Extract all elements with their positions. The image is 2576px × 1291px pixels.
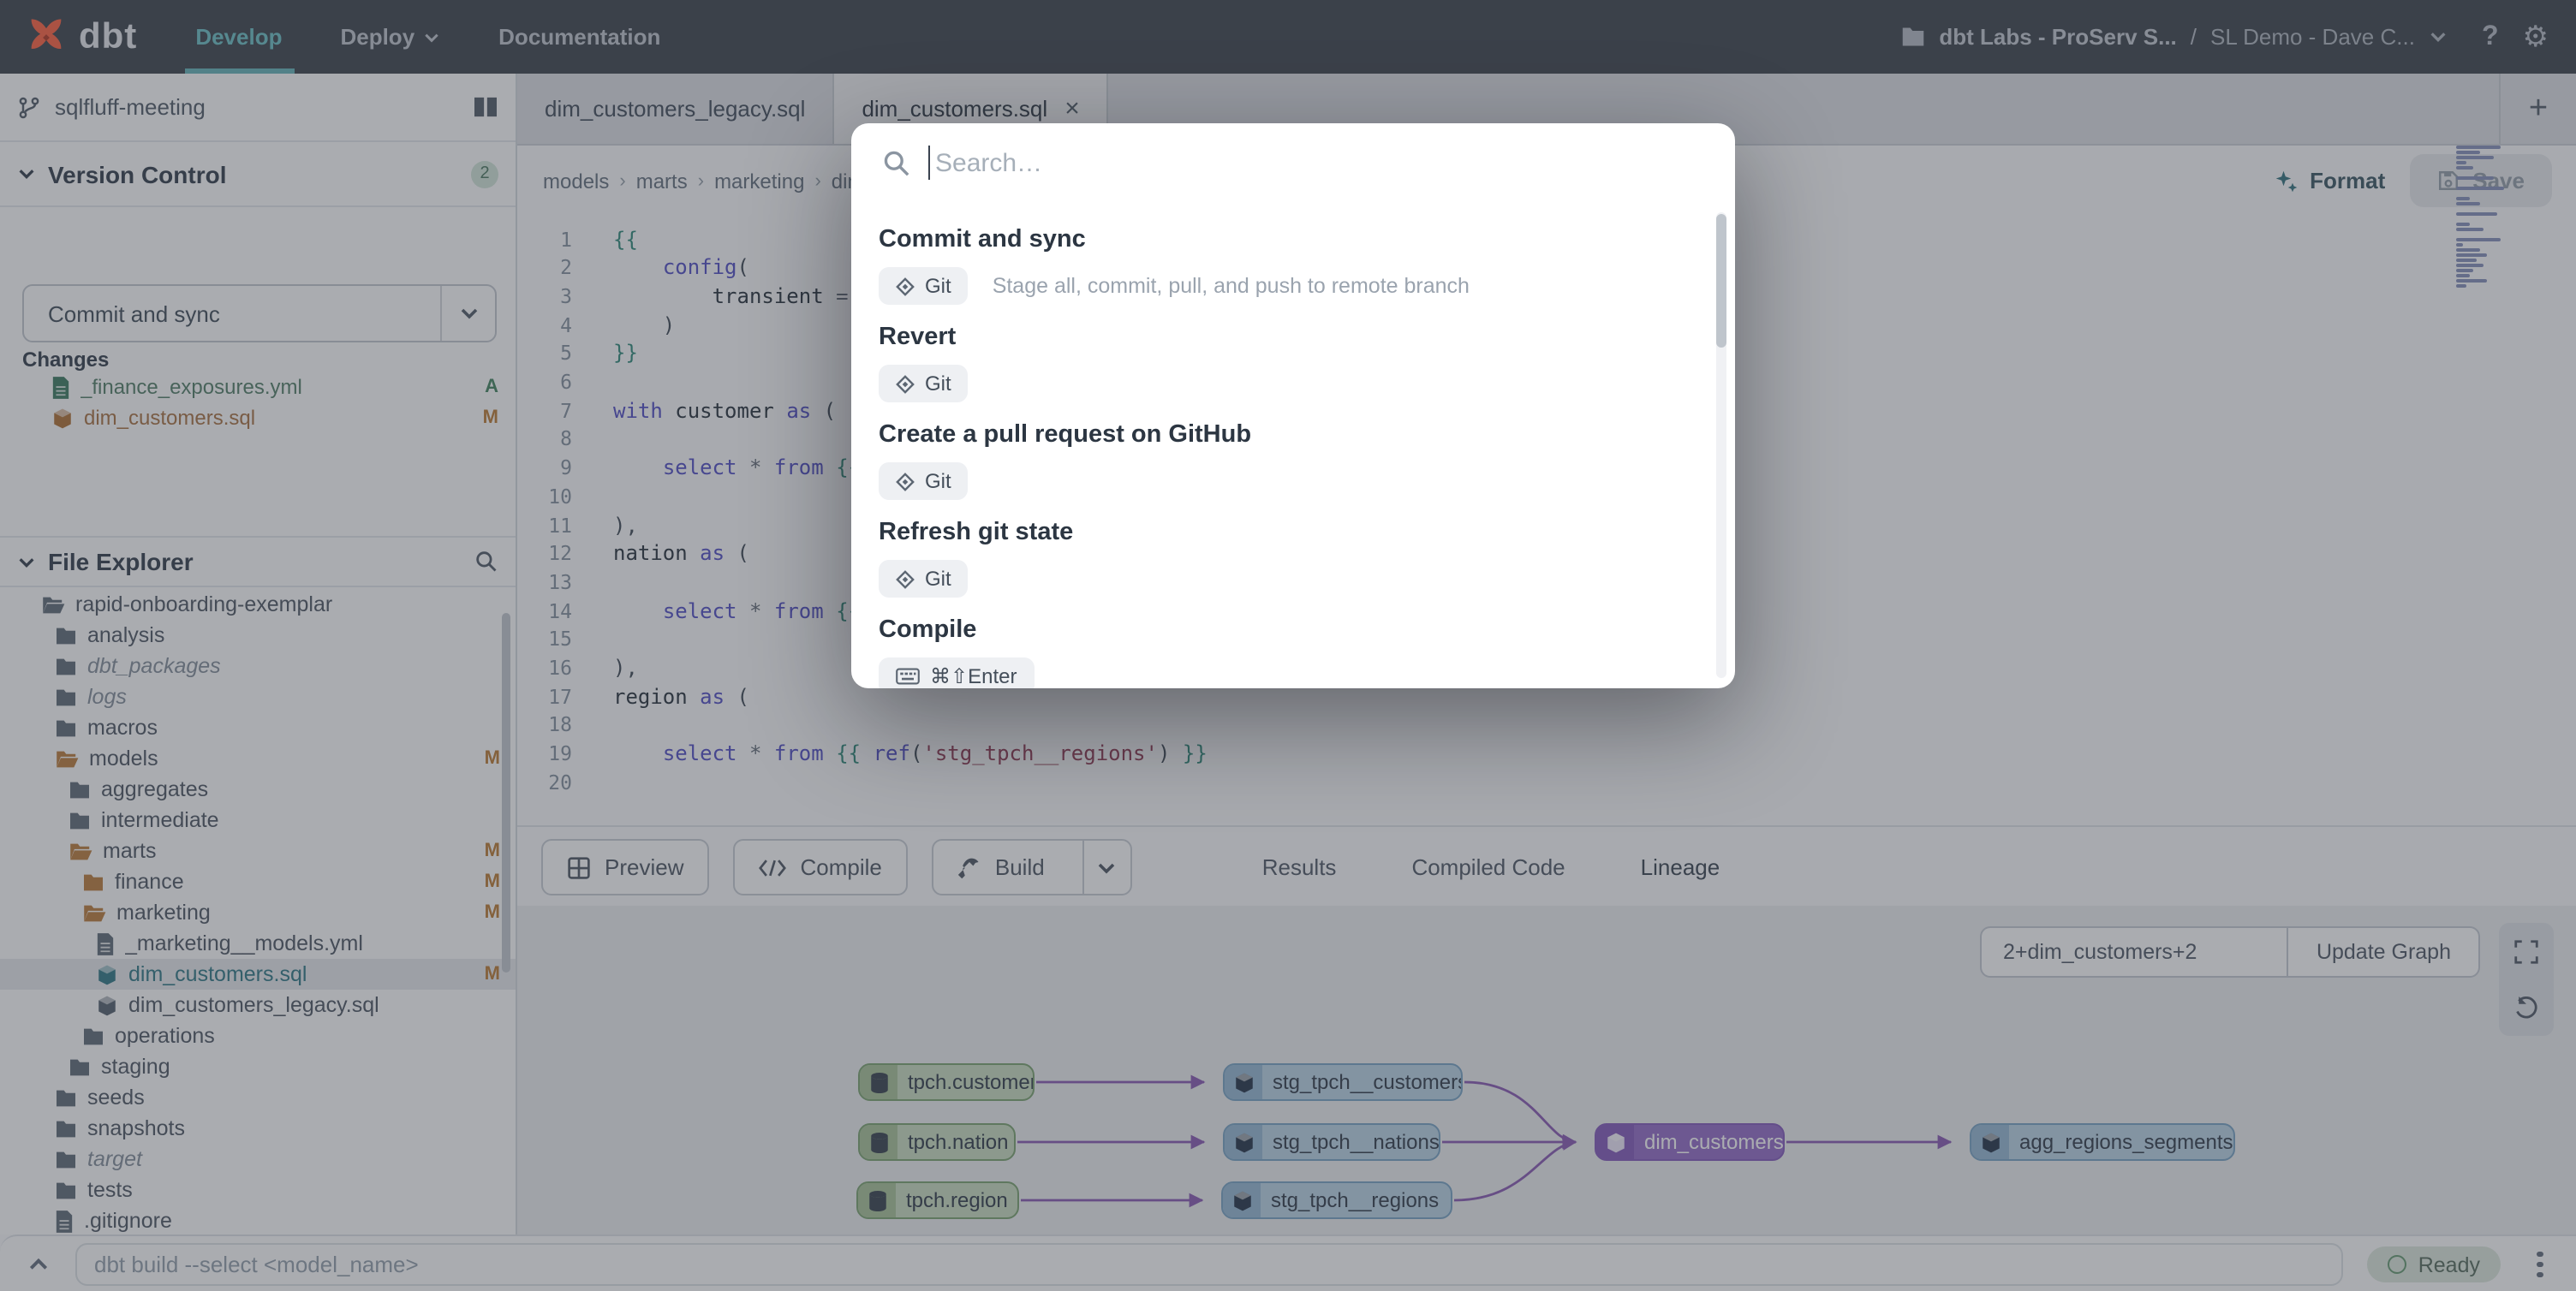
- palette-item[interactable]: Refresh git state Git: [851, 502, 1735, 599]
- palette-item-description: Stage all, commit, pull, and push to rem…: [993, 274, 1470, 298]
- command-palette: Search… Commit and sync Git Stage all, c…: [851, 123, 1735, 688]
- git-badge: Git: [879, 560, 969, 598]
- palette-item-title: Refresh git state: [879, 519, 1708, 546]
- palette-item[interactable]: Compile ⌘⇧Enter: [851, 599, 1735, 688]
- palette-item-list: Commit and sync Git Stage all, commit, p…: [851, 209, 1735, 688]
- shortcut-badge: ⌘⇧Enter: [879, 657, 1035, 688]
- palette-item[interactable]: Commit and sync Git Stage all, commit, p…: [851, 209, 1735, 306]
- git-icon: [896, 374, 915, 393]
- git-badge: Git: [879, 462, 969, 500]
- git-icon: [896, 472, 915, 491]
- text-caret: [928, 146, 930, 180]
- palette-item-title: Compile: [879, 616, 1708, 644]
- palette-search-placeholder: Search…: [935, 148, 1042, 177]
- git-badge: Git: [879, 267, 969, 305]
- palette-item[interactable]: Revert Git: [851, 306, 1735, 404]
- git-icon: [896, 277, 915, 295]
- keyboard-icon: [896, 668, 920, 685]
- palette-item[interactable]: Create a pull request on GitHub Git: [851, 404, 1735, 502]
- palette-item-title: Commit and sync: [879, 226, 1708, 253]
- git-icon: [896, 569, 915, 588]
- git-badge: Git: [879, 365, 969, 402]
- dbt-cloud-ide: dbt Develop Deploy Documentation dbt Lab…: [0, 0, 2576, 1291]
- search-icon: [882, 148, 911, 177]
- palette-item-title: Revert: [879, 324, 1708, 351]
- palette-scrollbar-thumb[interactable]: [1716, 214, 1726, 348]
- palette-search-row[interactable]: Search…: [851, 123, 1735, 202]
- palette-item-title: Create a pull request on GitHub: [879, 421, 1708, 449]
